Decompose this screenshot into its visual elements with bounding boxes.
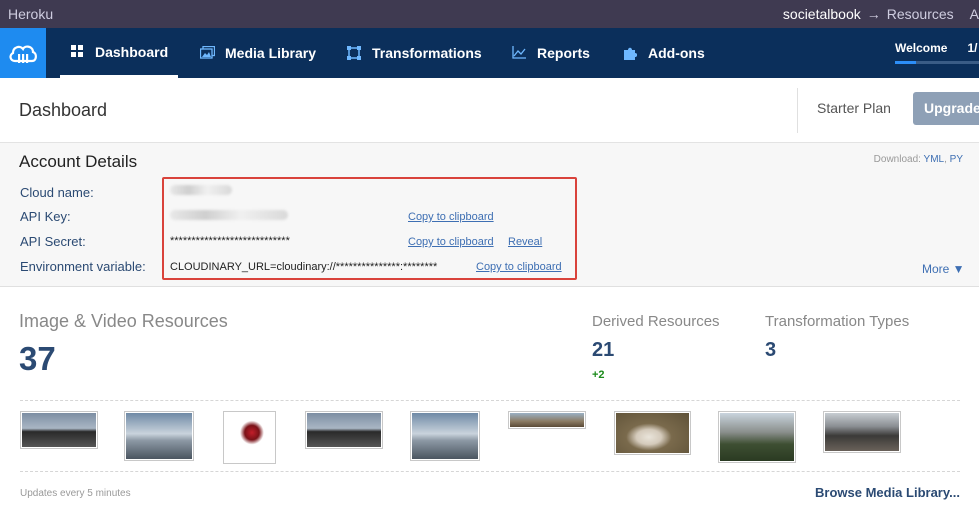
api-secret-label: API Secret: — [20, 234, 86, 249]
more-toggle[interactable]: More ▼ — [922, 262, 965, 276]
thumbnail-9[interactable] — [823, 411, 901, 453]
image-video-title: Image & Video Resources — [19, 311, 228, 331]
welcome-progress-bar — [895, 61, 979, 64]
heroku-tab-truncated[interactable]: A — [970, 6, 979, 22]
thumbnail-4[interactable] — [305, 411, 383, 449]
nav-addons-label: Add-ons — [648, 45, 705, 61]
download-yml-link[interactable]: YML — [924, 154, 945, 165]
thumbnail-7[interactable] — [614, 411, 691, 455]
download-label: Download: — [873, 154, 921, 165]
heroku-breadcrumb: societalbook → Resources A — [783, 6, 979, 22]
derived-resources-count[interactable]: 21 — [592, 339, 614, 362]
heroku-resources-link[interactable]: Resources — [887, 6, 954, 22]
download-py-link[interactable]: PY — [950, 154, 963, 165]
images-icon — [199, 45, 216, 60]
browse-media-library-link[interactable]: Browse Media Library... — [815, 485, 960, 500]
grid-icon — [70, 44, 84, 59]
thumbnail-3[interactable] — [223, 411, 276, 464]
nav-reports[interactable]: Reports — [512, 28, 590, 78]
nav-dashboard-label: Dashboard — [95, 43, 169, 60]
download-separator: , — [944, 154, 947, 165]
derived-resources-title: Derived Resources — [592, 313, 720, 330]
nav-reports-label: Reports — [537, 45, 590, 61]
welcome-widget[interactable]: Welcome 1/ — [895, 41, 977, 55]
nav-media-library-label: Media Library — [225, 45, 317, 61]
welcome-count: 1/ — [967, 41, 978, 55]
page-title: Dashboard — [19, 100, 108, 120]
api-key-label: API Key: — [20, 209, 71, 224]
thumbnail-1[interactable] — [20, 411, 98, 449]
image-video-count[interactable]: 37 — [19, 340, 56, 378]
thumbnail-2[interactable] — [124, 411, 194, 461]
nav-transformations[interactable]: Transformations — [347, 28, 482, 78]
update-note: Updates every 5 minutes — [20, 488, 131, 499]
nav-transformations-label: Transformations — [372, 45, 482, 61]
heroku-app-link[interactable]: societalbook — [783, 6, 861, 22]
thumbnail-6[interactable] — [508, 411, 586, 429]
account-details-title: Account Details — [19, 152, 138, 171]
header-divider — [797, 88, 798, 133]
nav-addons[interactable]: Add-ons — [623, 28, 705, 78]
puzzle-icon — [623, 46, 638, 60]
transformation-types-count[interactable]: 3 — [765, 339, 776, 362]
cloud-name-label: Cloud name: — [20, 185, 94, 200]
plan-label: Starter Plan — [817, 100, 891, 116]
thumbnail-8[interactable] — [718, 411, 796, 463]
upgrade-button[interactable]: Upgrade — [913, 92, 979, 125]
dashboard-header: Dashboard Starter Plan Upgrade — [0, 78, 979, 143]
download-links: Download: YML, PY — [874, 154, 963, 165]
env-variable-label: Environment variable: — [20, 259, 146, 274]
nav-media-library[interactable]: Media Library — [199, 28, 317, 78]
derived-resources-delta: +2 — [592, 369, 605, 381]
nav-dashboard[interactable]: Dashboard — [60, 28, 179, 78]
thumbnail-strip — [20, 400, 960, 472]
arrow-icon: → — [866, 6, 881, 22]
welcome-progress-fill — [895, 61, 916, 64]
heroku-brand[interactable]: Heroku — [8, 6, 53, 22]
cloudinary-logo-icon[interactable] — [0, 28, 46, 78]
main-nav: Dashboard Media Library Transformations … — [0, 28, 979, 78]
transformation-types-title: Transformation Types — [765, 313, 910, 330]
crop-icon — [347, 46, 361, 60]
chart-icon — [512, 46, 526, 60]
highlight-box — [162, 177, 577, 280]
welcome-label: Welcome — [895, 41, 948, 55]
thumbnail-5[interactable] — [410, 411, 480, 461]
heroku-bar: Heroku societalbook → Resources A — [0, 0, 979, 28]
